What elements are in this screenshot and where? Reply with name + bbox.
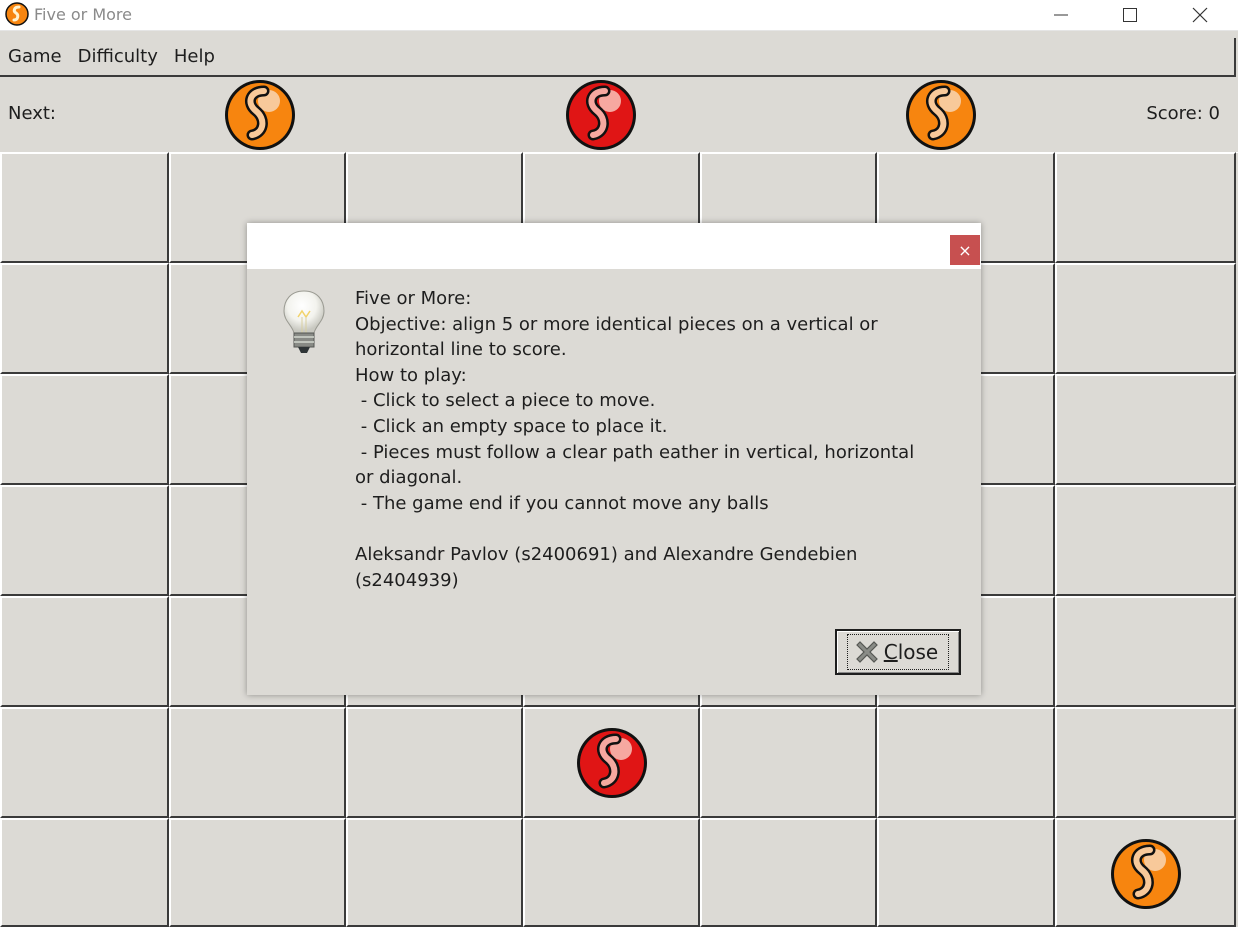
dialog-message: Five or More: Objective: align 5 or more … — [355, 286, 970, 593]
board-cell[interactable] — [700, 707, 877, 818]
about-dialog: × Five or More: Objective: align 5 or mor… — [247, 223, 981, 695]
board-cell[interactable] — [0, 818, 169, 927]
dialog-line: horizontal line to score. — [355, 339, 567, 361]
close-button-label: Close — [884, 640, 939, 664]
board-cell[interactable] — [0, 707, 169, 818]
dialog-line: Aleksandr Pavlov (s2400691) and Alexandr… — [355, 543, 858, 565]
board-ball-red[interactable] — [574, 725, 650, 801]
dialog-titlebar: × — [247, 223, 981, 269]
title-bar: Five or More — [0, 0, 1238, 31]
board-cell[interactable] — [346, 707, 523, 818]
close-label-mnemonic: C — [883, 640, 898, 664]
window-title: Five or More — [34, 5, 132, 24]
board-ball-orange[interactable] — [1108, 836, 1184, 912]
dialog-line: (s2404939) — [355, 569, 459, 591]
close-button-inner: Close — [846, 634, 950, 670]
next-bar: Next: Score: 0 — [0, 77, 1238, 153]
menu-bar: Game Difficulty Help — [0, 38, 1236, 77]
score-label: Score: 0 — [1146, 103, 1220, 124]
close-label-rest: lose — [897, 640, 939, 664]
board-cell[interactable] — [0, 374, 169, 485]
dialog-line: Five or More: — [355, 288, 472, 309]
board-cell[interactable] — [1055, 263, 1236, 374]
board-cell[interactable] — [1055, 485, 1236, 596]
dialog-close-x-button[interactable]: × — [950, 235, 980, 265]
dialog-line: How to play: — [355, 364, 467, 386]
board-cell[interactable] — [700, 818, 877, 927]
board-cell[interactable] — [877, 818, 1055, 927]
dialog-line: Objective: align 5 or more identical pie… — [355, 313, 878, 335]
board-cell[interactable] — [523, 818, 700, 927]
dialog-line: or diagonal. — [355, 467, 463, 489]
menu-help[interactable]: Help — [166, 46, 223, 67]
board-cell[interactable] — [1055, 596, 1236, 707]
board-cell[interactable] — [1055, 152, 1236, 263]
board-cell[interactable] — [0, 485, 169, 596]
close-icon — [1192, 7, 1208, 23]
dialog-line: - Click an empty space to place it. — [355, 415, 668, 437]
board-cell[interactable] — [1055, 374, 1236, 485]
maximize-icon — [1123, 8, 1137, 22]
close-x-icon — [855, 641, 878, 663]
app-icon — [5, 2, 29, 26]
minimize-button[interactable] — [1038, 0, 1084, 30]
board-cell[interactable] — [346, 818, 523, 927]
menu-game[interactable]: Game — [0, 46, 70, 67]
dialog-line: - The game end if you cannot move any ba… — [355, 492, 769, 514]
close-window-button[interactable] — [1177, 0, 1223, 30]
menu-difficulty[interactable]: Difficulty — [70, 46, 166, 67]
board-cell[interactable] — [0, 596, 169, 707]
board-cell[interactable] — [0, 152, 169, 263]
next-ball-orange — [222, 77, 298, 153]
close-x-icon: × — [958, 240, 972, 260]
dialog-line: - Click to select a piece to move. — [355, 390, 656, 412]
maximize-button[interactable] — [1107, 0, 1153, 30]
board-cell[interactable] — [169, 707, 346, 818]
board-cell[interactable] — [169, 818, 346, 927]
lightbulb-icon — [283, 290, 325, 353]
next-ball-orange — [903, 77, 979, 153]
close-button[interactable]: Close — [835, 629, 961, 675]
board-cell[interactable] — [877, 707, 1055, 818]
minimize-icon — [1054, 14, 1068, 16]
board-cell[interactable] — [0, 263, 169, 374]
next-ball-red — [563, 77, 639, 153]
dialog-line: - Pieces must follow a clear path eather… — [355, 441, 915, 463]
next-label: Next: — [8, 103, 56, 124]
board-cell[interactable] — [1055, 707, 1236, 818]
dialog-line — [355, 516, 970, 542]
